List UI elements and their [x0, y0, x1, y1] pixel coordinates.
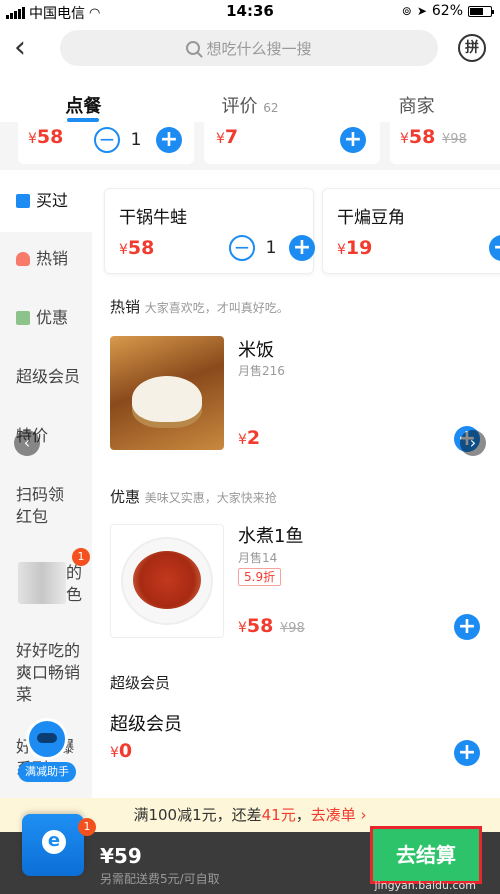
monthly-sales: 月售216 [238, 364, 285, 378]
sidebar-item-label: 超级会员 [16, 367, 81, 386]
sidebar-item-label: 买过 [36, 191, 69, 210]
monthly-sales: 月售14 [238, 551, 278, 565]
quantity-value: 1 [265, 238, 277, 258]
cart-icon[interactable] [22, 814, 84, 876]
helper-robot-icon [26, 718, 68, 760]
sidebar-item-bestsellers[interactable]: 好好吃的爽口畅销菜 [0, 640, 90, 706]
sidebar-item-label: 色 [66, 585, 83, 604]
bag-icon [16, 194, 30, 208]
search-icon [186, 41, 201, 55]
sidebar-item-label: 扫码领红包 [16, 485, 65, 526]
tab-reviews[interactable]: 评价 62 [167, 78, 334, 122]
dish-name[interactable]: 水煮1鱼 [238, 522, 303, 548]
prev-arrow-icon[interactable]: ‹ [14, 430, 40, 456]
battery-percent: 62% [431, 3, 463, 19]
search-input[interactable]: 想吃什么搜一搜 [60, 30, 438, 66]
dish-name: 干煸豆角 [337, 208, 405, 228]
strip-card: ¥7 + [204, 122, 380, 164]
fish-image[interactable] [110, 524, 224, 638]
add-button[interactable]: + [454, 740, 480, 766]
rotation-lock-icon: ⊚ [401, 4, 412, 18]
next-arrow-icon[interactable]: › [460, 430, 486, 456]
fish-dish [133, 551, 201, 609]
back-icon[interactable]: ‹ [14, 33, 40, 64]
add-button[interactable]: + [454, 614, 480, 640]
sidebar-item-hot[interactable]: 热销 [0, 248, 92, 270]
decrease-button[interactable]: − [94, 127, 120, 153]
recommended-card[interactable]: 干煸豆角 ¥19 + [322, 188, 500, 274]
sidebar-item-discount[interactable]: 优惠 [0, 307, 92, 329]
tab-merchant[interactable]: 商家 [333, 78, 500, 122]
promo-amount: 41元 [261, 806, 296, 824]
strip-card: ¥58 ¥98 [390, 122, 500, 164]
add-button[interactable]: + [340, 127, 366, 153]
dish-name[interactable]: 米饭 [238, 336, 274, 362]
sidebar-item-red-packet[interactable]: 扫码领红包 [0, 484, 76, 528]
rice-bowl [132, 376, 202, 422]
status-right: ⊚ ➤ 62% [401, 3, 494, 19]
search-header: ‹ 想吃什么搜一搜 拼 [0, 22, 500, 78]
strip-card: ¥58 − 1 + [18, 122, 194, 164]
dish-name[interactable]: 超级会员 [110, 710, 182, 736]
cart-bar: 1 ¥59 另需配送费5元/可自取 去结算 jingyan.baidu.com [0, 814, 500, 894]
tab-merchant-label: 商家 [398, 96, 435, 117]
fire-icon [16, 252, 30, 266]
sidebar-item-bought[interactable]: 买过 [0, 170, 92, 232]
tab-order[interactable]: 点餐 [0, 78, 167, 122]
delivery-fee-note: 另需配送费5元/可自取 [100, 872, 220, 886]
tab-bar: 点餐 评价 62 商家 [0, 78, 500, 122]
add-button[interactable]: + [289, 235, 315, 261]
sidebar-item-label: 优惠 [36, 308, 69, 327]
rice-image[interactable] [110, 336, 224, 450]
cart-badge: 1 [78, 818, 96, 836]
category-sidebar: 买过 热销 优惠 超级会员 特价 扫码领红包 的 色 1 好好吃的爽口畅销菜 好… [0, 170, 92, 798]
recommended-card[interactable]: 干锅牛蛙 ¥58 − 1 + [104, 188, 315, 274]
group-order-icon[interactable]: 拼 [458, 34, 486, 62]
status-bar: 中国电信 ◠ 14:36 ⊚ ➤ 62% [0, 0, 500, 22]
strip-price: ¥58 [28, 126, 64, 148]
helper-label: 满减助手 [18, 762, 76, 782]
watermark: jingyan.baidu.com [374, 879, 476, 892]
add-more-link[interactable]: 去凑单 › [311, 806, 367, 824]
sidebar-item-label: 热销 [36, 249, 69, 268]
sidebar-badge: 1 [72, 548, 90, 566]
recommended-strip: ¥58 − 1 + ¥7 + ¥58 ¥98 [0, 122, 500, 170]
strip-price: ¥58 ¥98 [400, 126, 467, 148]
promo-text: 满100减1元，还差 [133, 806, 262, 824]
dish-price: ¥58 [119, 237, 155, 259]
section-hot-title: 热销 大家喜欢吃，才叫真好吃。 [110, 298, 289, 316]
dish-price: ¥58 ¥98 [238, 615, 305, 637]
dish-price: ¥0 [110, 740, 133, 762]
discount-badge: 5.9折 [238, 568, 282, 586]
checkout-button[interactable]: 去结算 [370, 826, 482, 884]
cart-total: ¥59 [100, 844, 142, 868]
blurred-label [18, 562, 66, 604]
tab-reviews-label: 评价 [221, 96, 258, 117]
strip-price: ¥7 [216, 126, 239, 148]
review-count: 62 [263, 101, 279, 115]
quantity-value: 1 [130, 130, 142, 150]
dish-price: ¥2 [238, 427, 261, 449]
promo-text-suffix: ， [295, 806, 311, 824]
sidebar-item-vip[interactable]: 超级会员 [0, 366, 92, 388]
dish-price: ¥19 [337, 237, 373, 259]
discount-helper[interactable]: 满减助手 [18, 718, 76, 784]
battery-icon [468, 5, 494, 17]
tab-order-label: 点餐 [65, 96, 102, 117]
add-button[interactable]: + [156, 127, 182, 153]
decrease-button[interactable]: − [229, 235, 255, 261]
search-placeholder: 想吃什么搜一搜 [206, 39, 312, 58]
section-discount-title: 优惠 美味又实惠，大家快来抢 [110, 488, 277, 506]
sidebar-item-label: 好好吃的爽口畅销菜 [16, 641, 81, 704]
add-button[interactable]: + [489, 235, 500, 261]
section-vip-title: 超级会员 [110, 674, 171, 692]
menu-content: 干锅牛蛙 ¥58 − 1 + 干煸豆角 ¥19 + 热销 大家喜欢吃，才叫真好吃… [92, 170, 500, 798]
coupon-icon [16, 311, 30, 325]
location-icon: ➤ [416, 4, 427, 18]
dish-name: 干锅牛蛙 [119, 208, 187, 228]
